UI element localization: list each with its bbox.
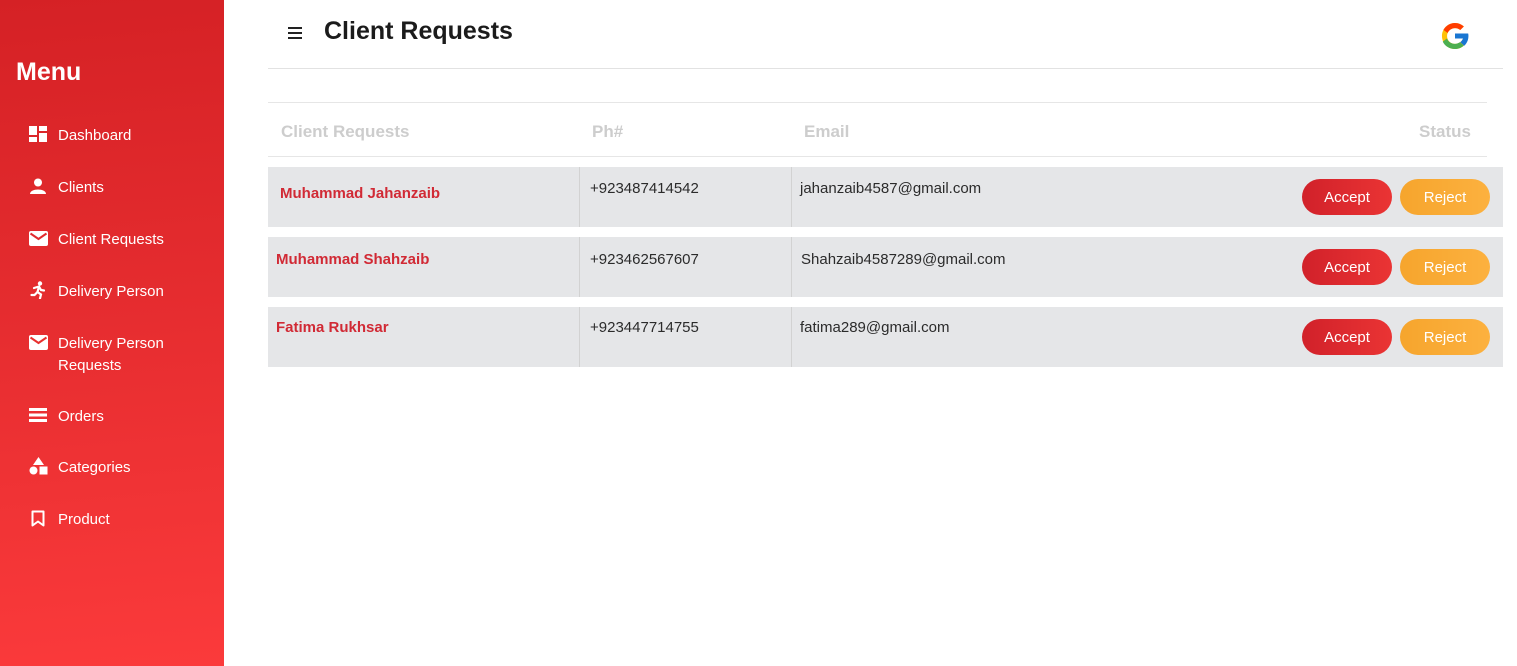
sidebar-item-product[interactable]: Product (28, 509, 110, 531)
sidebar-item-label: Orders (58, 408, 104, 425)
client-phone: +923487414542 (590, 180, 699, 197)
mail-icon (28, 229, 48, 247)
accept-button[interactable]: Accept (1302, 319, 1392, 355)
running-person-icon (28, 281, 48, 299)
reject-button[interactable]: Reject (1400, 319, 1490, 355)
client-phone: +923447714755 (590, 319, 699, 336)
sidebar-item-label: Dashboard (58, 127, 132, 144)
sidebar: Menu Dashboard Clients Client Requests D… (0, 0, 224, 666)
user-icon (28, 177, 48, 195)
table-row: Muhammad Jahanzaib +923487414542 jahanza… (268, 167, 1503, 227)
sidebar-item-label: Categories (58, 459, 131, 476)
table-row: Fatima Rukhsar +923447714755 fatima289@g… (268, 307, 1503, 367)
phone-cell (580, 167, 792, 227)
reject-button[interactable]: Reject (1400, 249, 1490, 285)
page-title: Client Requests (324, 17, 513, 45)
sidebar-item-orders[interactable]: Orders (28, 406, 104, 428)
column-header-client-requests: Client Requests (281, 122, 410, 141)
app-root: Menu Dashboard Clients Client Requests D… (0, 0, 1517, 666)
list-icon (28, 406, 48, 424)
google-icon[interactable] (1438, 19, 1472, 53)
table-header: Client Requests Ph# Email Status (268, 102, 1487, 157)
sidebar-item-label: Product (58, 511, 110, 528)
sidebar-item-label: Delivery Person (58, 283, 164, 300)
sidebar-item-label: Client Requests (58, 231, 164, 248)
client-name: Muhammad Jahanzaib (280, 185, 441, 202)
dashboard-icon (28, 125, 48, 143)
sidebar-item-categories[interactable]: Categories (28, 457, 131, 479)
mail-icon (28, 333, 48, 351)
sidebar-item-label: Delivery Person Requests (58, 335, 164, 374)
client-email: jahanzaib4587@gmail.com (800, 180, 982, 197)
client-requests-table: Client Requests Ph# Email Status Muhamma… (268, 102, 1503, 367)
hamburger-icon[interactable] (286, 24, 306, 42)
client-name: Fatima Rukhsar (276, 319, 389, 336)
accept-button[interactable]: Accept (1302, 249, 1392, 285)
accept-button[interactable]: Accept (1302, 179, 1392, 215)
sidebar-item-client-requests[interactable]: Client Requests (28, 229, 164, 251)
table-row: Muhammad Shahzaib +923462567607 Shahzaib… (268, 237, 1503, 297)
sidebar-item-clients[interactable]: Clients (28, 177, 104, 199)
sidebar-item-dashboard[interactable]: Dashboard (28, 125, 131, 147)
column-header-status: Status (1419, 122, 1471, 141)
sidebar-item-label: Clients (58, 179, 104, 196)
sidebar-item-delivery-person[interactable]: Delivery Person (28, 281, 164, 303)
bookmark-icon (28, 509, 48, 527)
phone-cell (580, 307, 792, 367)
client-name: Muhammad Shahzaib (276, 251, 430, 268)
sidebar-title: Menu (16, 58, 82, 86)
client-phone: +923462567607 (590, 251, 699, 268)
client-email: fatima289@gmail.com (800, 319, 950, 336)
client-email: Shahzaib4587289@gmail.com (801, 251, 1006, 268)
column-header-phone: Ph# (592, 122, 624, 141)
reject-button[interactable]: Reject (1400, 179, 1490, 215)
column-header-email: Email (804, 122, 850, 141)
name-cell (268, 307, 580, 367)
shapes-icon (28, 457, 48, 475)
top-header: Client Requests (268, 0, 1503, 69)
sidebar-item-delivery-person-requests[interactable]: Delivery Person Requests (28, 333, 188, 377)
